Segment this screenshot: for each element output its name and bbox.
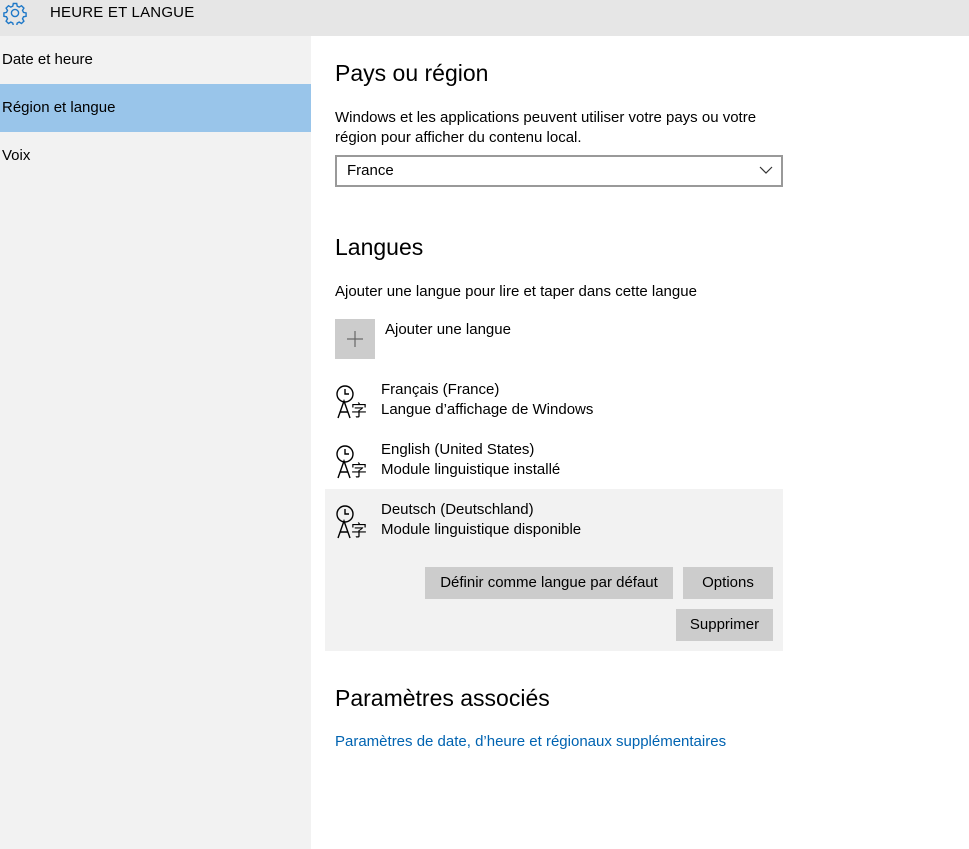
region-description-line1: Windows et les applications peuvent util… [335, 109, 757, 126]
language-item-fr[interactable]: 字 Français (France) Langue d’affichage d… [325, 380, 783, 428]
sidebar-item-speech[interactable]: Voix [0, 132, 311, 180]
options-button[interactable]: Options [683, 567, 773, 599]
main-panel: Pays ou région Windows et les applicatio… [311, 36, 969, 849]
language-item-de-header: 字 Deutsch (Deutschland) Module linguisti… [325, 500, 783, 550]
region-description-line2: région pour afficher du contenu local. [335, 129, 582, 146]
window-title: HEURE ET LANGUE [50, 4, 195, 21]
title-bar: HEURE ET LANGUE [0, 0, 969, 36]
set-default-language-button[interactable]: Définir comme langue par défaut [425, 567, 673, 599]
languages-description: Ajouter une langue pour lire et taper da… [335, 283, 697, 300]
related-settings-heading: Paramètres associés [335, 685, 550, 711]
region-heading: Pays ou région [335, 60, 489, 86]
language-name: English (United States) [381, 441, 535, 458]
language-item-de[interactable]: 字 Deutsch (Deutschland) Module linguisti… [325, 489, 783, 651]
language-icon: 字 [336, 385, 367, 420]
language-status: Module linguistique installé [381, 461, 561, 478]
svg-text:字: 字 [351, 461, 367, 480]
language-item-en[interactable]: 字 English (United States) Module linguis… [325, 440, 783, 488]
remove-language-button[interactable]: Supprimer [676, 609, 773, 641]
additional-date-time-region-settings-link[interactable]: Paramètres de date, d’heure et régionaux… [335, 733, 726, 750]
chevron-down-icon [759, 166, 773, 174]
plus-icon [347, 331, 363, 347]
language-name: Français (France) [381, 381, 500, 398]
language-status: Module linguistique disponible [381, 521, 582, 538]
add-language-plus-box [335, 319, 375, 359]
language-icon: 字 [336, 505, 367, 540]
language-name: Deutsch (Deutschland) [381, 501, 534, 518]
sidebar-item-region-language[interactable]: Région et langue [0, 84, 311, 132]
sidebar-item-date-time[interactable]: Date et heure [0, 36, 311, 84]
svg-text:字: 字 [351, 401, 367, 420]
languages-heading: Langues [335, 234, 424, 260]
add-language-button[interactable]: Ajouter une langue [335, 319, 635, 359]
country-select-value: France [347, 162, 394, 179]
svg-text:字: 字 [351, 521, 367, 540]
language-status: Langue d’affichage de Windows [381, 401, 594, 418]
country-select[interactable]: France [335, 155, 783, 187]
sidebar: Date et heure Région et langue Voix [0, 36, 311, 849]
add-language-label: Ajouter une langue [385, 321, 511, 338]
language-icon: 字 [336, 445, 367, 480]
gear-icon [3, 2, 27, 25]
